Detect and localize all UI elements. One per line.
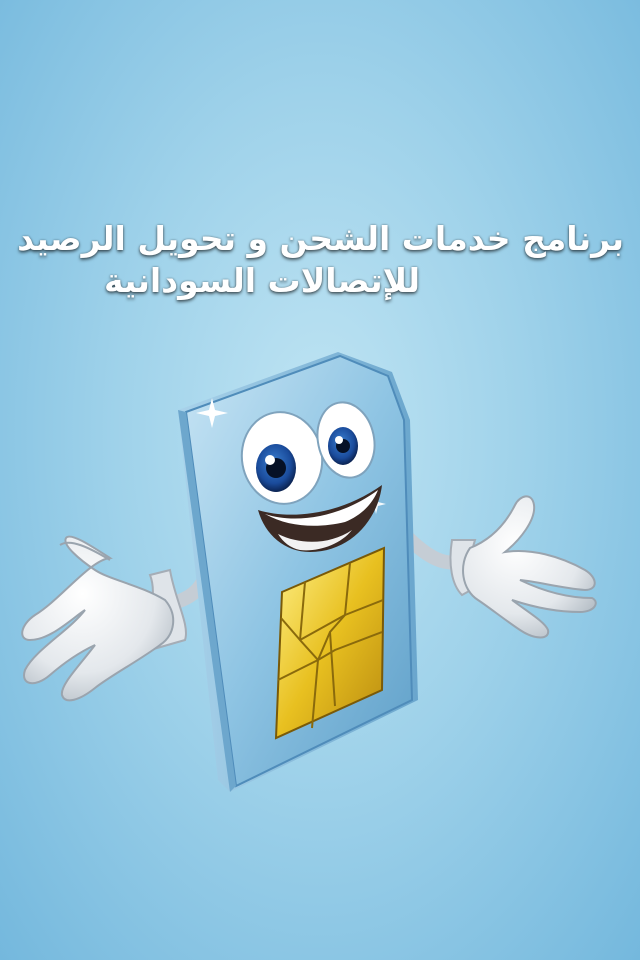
left-glove (21, 535, 187, 702)
splash-title-line-1: برنامج خدمات الشحن و تحويل الرصيد (17, 219, 624, 258)
splash-title: برنامج خدمات الشحن و تحويل الرصيد للإتصا… (17, 218, 624, 302)
splash-title-line-2: للإتصالات السودانية (103, 261, 421, 300)
sim-card-mascot-icon (21, 352, 597, 792)
right-glove (449, 495, 597, 639)
